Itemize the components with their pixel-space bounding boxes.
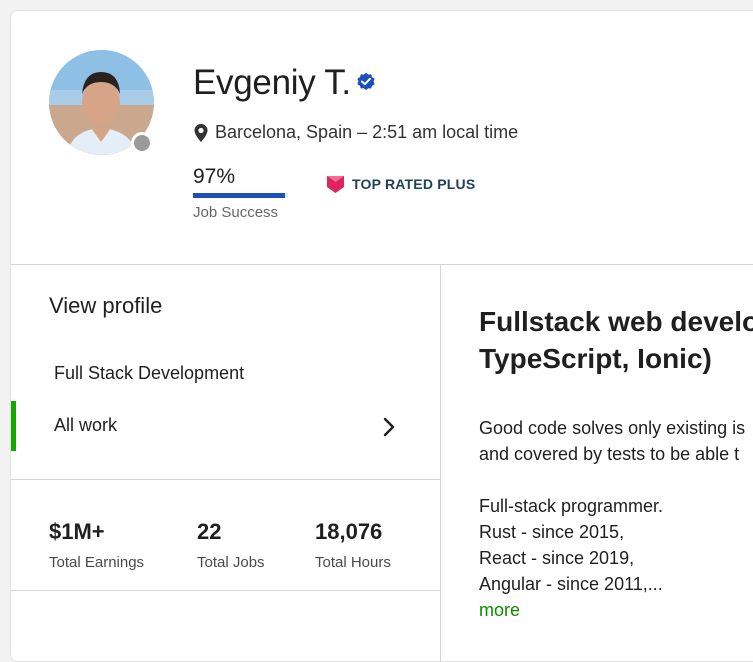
- freelancer-name: Evgeniy T.: [193, 63, 351, 102]
- top-rated-shield-icon: [327, 176, 344, 193]
- stat-label: Total Hours: [315, 554, 391, 571]
- map-pin-icon: [194, 123, 208, 142]
- stat-total-earnings: $1M+ Total Earnings: [49, 519, 144, 571]
- job-success-progress-fill: [193, 193, 286, 198]
- divider: [11, 590, 440, 591]
- stat-total-hours: 18,076 Total Hours: [315, 519, 391, 571]
- description-line: React - since 2019,: [479, 548, 635, 568]
- profile-title: Fullstack web develo TypeScript, Ionic): [479, 303, 753, 377]
- all-work-item[interactable]: All work: [11, 399, 440, 453]
- profile-header: Evgeniy T. Barcelona, Spain – 2:51 am lo…: [11, 11, 753, 265]
- all-work-label: All work: [54, 415, 118, 435]
- profile-main: Fullstack web develo TypeScript, Ionic) …: [441, 265, 753, 661]
- stat-value: $1M+: [49, 519, 105, 544]
- freelancer-profile-card: Evgeniy T. Barcelona, Spain – 2:51 am lo…: [10, 10, 753, 662]
- stat-value: 18,076: [315, 519, 383, 544]
- stat-total-jobs: 22 Total Jobs: [197, 519, 265, 571]
- stat-label: Total Earnings: [49, 554, 145, 571]
- location-text: Barcelona, Spain – 2:51 am local time: [215, 122, 519, 142]
- specialty-link-full-stack[interactable]: Full Stack Development: [54, 363, 244, 384]
- stat-label: Total Jobs: [197, 554, 265, 571]
- divider: [11, 479, 440, 480]
- more-link[interactable]: more: [479, 597, 753, 623]
- verified-badge-icon: [357, 72, 375, 90]
- description-line: and covered by tests to be able t: [479, 444, 740, 464]
- description-line: Good code solves only existing is: [479, 418, 746, 438]
- stat-value: 22: [197, 519, 222, 544]
- profile-description: Good code solves only existing is and co…: [479, 415, 753, 623]
- active-indicator: [11, 401, 16, 451]
- profile-sidebar: View profile Full Stack Development All …: [11, 265, 441, 661]
- badge-label: TOP RATED PLUS: [352, 176, 476, 192]
- location-row: Barcelona, Spain – 2:51 am local time: [193, 122, 518, 143]
- description-line: Rust - since 2015,: [479, 522, 625, 542]
- profile-title-line: Fullstack web develo: [479, 306, 753, 337]
- status-indicator: [131, 132, 153, 154]
- view-profile-heading: View profile: [49, 293, 163, 318]
- job-success-value: 97%: [193, 165, 236, 188]
- description-line: Full-stack programmer.: [479, 496, 664, 516]
- top-rated-plus-badge[interactable]: TOP RATED PLUS: [326, 174, 475, 194]
- chevron-right-icon: [383, 417, 395, 437]
- profile-title-line: TypeScript, Ionic): [479, 343, 712, 374]
- job-success-label: Job Success: [193, 204, 279, 221]
- description-line: Angular - since 2011,...: [479, 574, 663, 594]
- job-success-progress: [193, 193, 288, 198]
